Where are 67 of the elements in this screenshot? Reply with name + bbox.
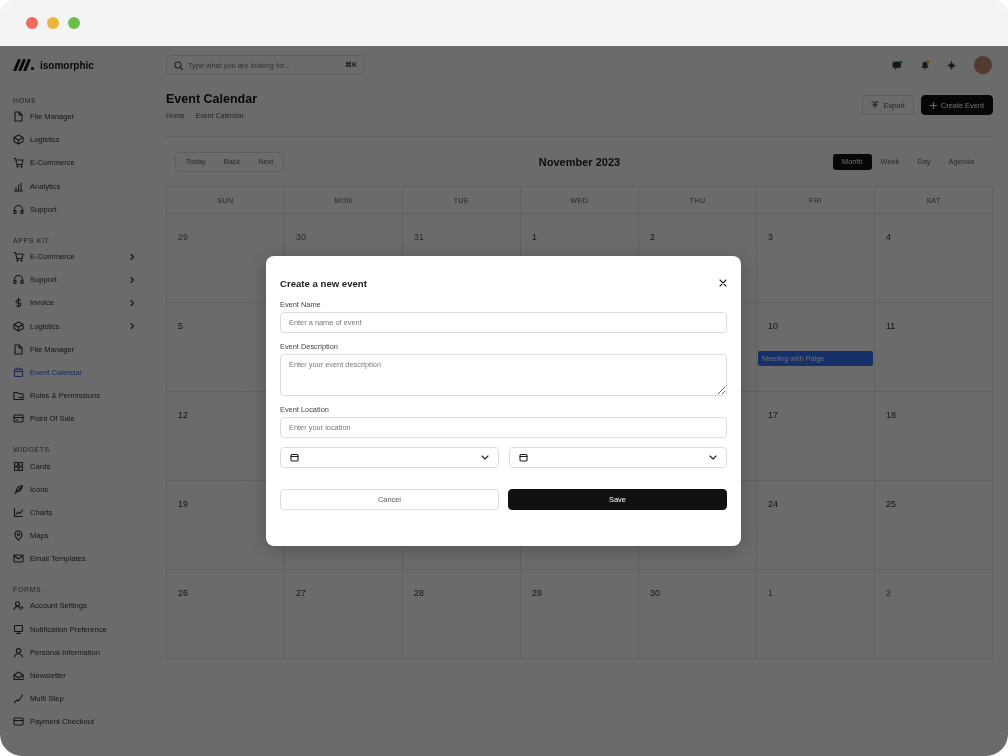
- close-window-control[interactable]: [26, 17, 38, 29]
- bar-chart-icon: [13, 180, 24, 192]
- chevron-down-icon: [709, 455, 717, 460]
- upload-icon: [871, 101, 880, 109]
- trend-line-icon: [13, 693, 24, 705]
- credit-card-icon: [13, 716, 24, 728]
- day-number: 27: [296, 588, 306, 598]
- day-number: 10: [768, 321, 778, 331]
- register-icon: [13, 413, 24, 425]
- day-number: 1: [532, 232, 537, 242]
- date-picker[interactable]: [508, 447, 727, 468]
- chevron-down-icon: [480, 455, 489, 460]
- feather-icon: [13, 483, 24, 495]
- plus-icon: [929, 101, 937, 109]
- day-number: 11: [886, 321, 896, 331]
- day-number: 17: [768, 410, 778, 420]
- day-number: 3: [768, 232, 773, 242]
- day-number: 28: [414, 588, 424, 598]
- day-number: 24: [768, 499, 778, 509]
- headset-icon: [13, 274, 24, 286]
- package-icon: [13, 320, 24, 332]
- day-number: 4: [886, 232, 891, 242]
- calendar-icon: [13, 366, 24, 378]
- open-envelope-icon: [13, 670, 24, 682]
- day-number: 31: [414, 232, 424, 242]
- zoom-window-control[interactable]: [68, 17, 80, 29]
- cart-icon: [13, 251, 24, 263]
- cards-icon: [13, 460, 24, 472]
- month-title: November 2023: [538, 155, 621, 168]
- date-picker[interactable]: [280, 447, 499, 468]
- day-number: 26: [178, 588, 188, 598]
- day-number: 12: [178, 410, 188, 420]
- cart-icon: [13, 157, 24, 169]
- monitor-icon: [13, 623, 24, 635]
- file-icon: [13, 111, 24, 123]
- day-number: 5: [178, 321, 183, 331]
- map-pin-icon: [13, 530, 24, 542]
- bell-icon: [920, 60, 930, 70]
- calendar-icon: [290, 453, 299, 462]
- day-number: 29: [532, 588, 542, 598]
- dollar-icon: [13, 297, 24, 309]
- search-icon: [174, 60, 183, 70]
- day-number: 30: [650, 588, 660, 598]
- line-chart-icon: [13, 506, 24, 518]
- day-number: 29: [178, 232, 188, 242]
- user-icon: [13, 646, 24, 658]
- day-number: 1: [768, 588, 773, 598]
- modal-title: Create a new event: [280, 277, 367, 289]
- user-icon: [13, 600, 24, 612]
- minimize-window-control[interactable]: [47, 17, 59, 29]
- package-icon: [13, 134, 24, 146]
- close-icon[interactable]: [719, 279, 727, 287]
- headset-icon: [13, 203, 24, 215]
- avatar[interactable]: [973, 55, 993, 75]
- envelope-icon: [13, 553, 24, 565]
- day-number: 2: [650, 232, 655, 242]
- chat-icon: [892, 60, 903, 70]
- day-number: 19: [178, 499, 188, 509]
- day-number: 2: [886, 588, 891, 598]
- brand-name: isomorphic: [40, 59, 94, 71]
- folder-icon: [13, 390, 24, 402]
- logo-icon: [13, 59, 35, 71]
- calendar-icon: [518, 453, 528, 462]
- page-title: Event Calendar: [166, 92, 257, 106]
- file-icon: [13, 343, 24, 355]
- day-number: 25: [886, 499, 896, 509]
- day-number: 18: [886, 410, 896, 420]
